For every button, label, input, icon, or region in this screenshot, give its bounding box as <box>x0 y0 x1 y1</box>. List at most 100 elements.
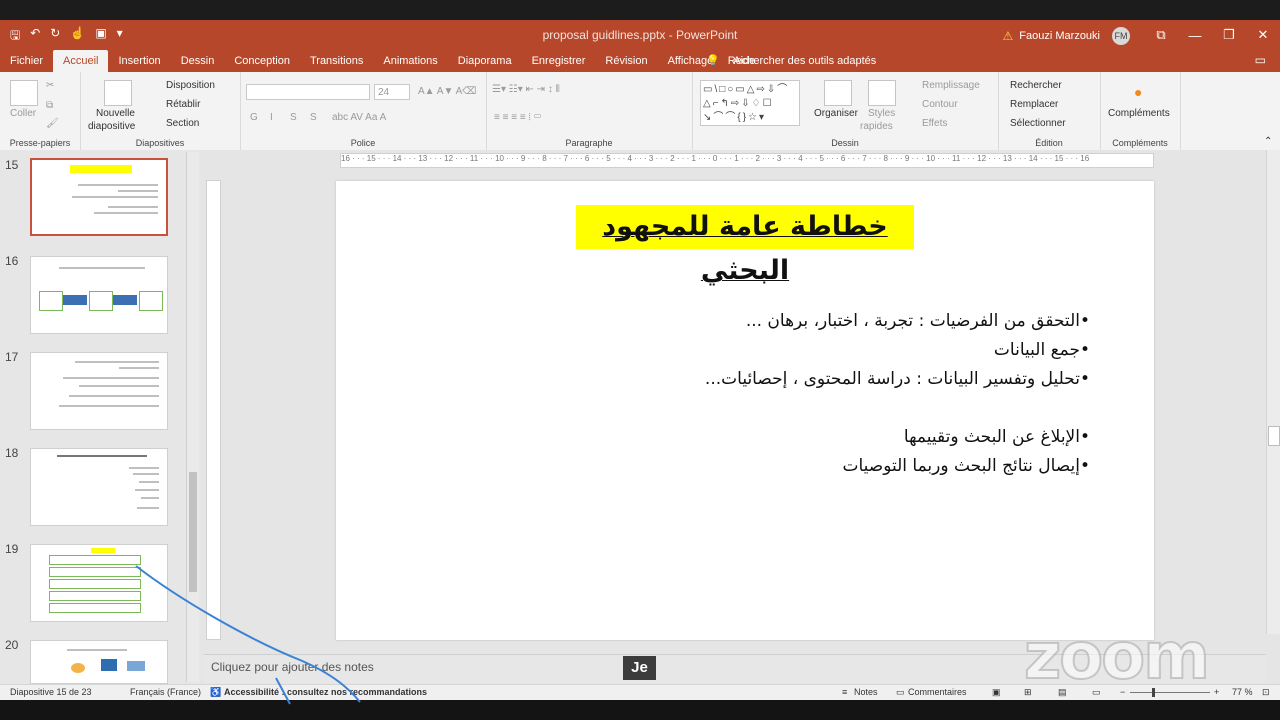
tab-insertion[interactable]: Insertion <box>108 50 170 72</box>
thumbnail-slide-18[interactable] <box>30 448 168 526</box>
addins-icon[interactable]: ● <box>1134 84 1142 100</box>
zoom-level[interactable]: 77 % <box>1232 687 1253 697</box>
close-icon[interactable]: ✕ <box>1246 20 1280 50</box>
shape-fill-button[interactable]: Remplissage <box>922 80 980 91</box>
group-editing: Rechercher Remplacer Sélectionner Éditio… <box>998 72 1101 150</box>
underline-button[interactable]: S <box>290 112 297 123</box>
tab-accueil[interactable]: Accueil <box>53 50 109 72</box>
thumbnail-scroll-thumb[interactable] <box>189 472 197 592</box>
thumb-text-line <box>59 405 159 407</box>
align-icon[interactable]: ≡ ≡ ≡ ≡ ⦙ ▭ <box>494 112 541 123</box>
font-size-field[interactable]: 24 <box>374 84 410 100</box>
bullets-icon[interactable]: ☰▾ ☷▾ ⇤ ⇥ ↕ ⫴ <box>492 84 560 95</box>
tab-diaporama[interactable]: Diaporama <box>448 50 522 72</box>
layout-button[interactable]: Disposition <box>166 80 215 91</box>
thumbnail-slide-17[interactable] <box>30 352 168 430</box>
warning-icon[interactable]: ⚠ <box>1003 29 1014 43</box>
arrange-icon[interactable] <box>824 80 852 106</box>
font-name-field[interactable] <box>246 84 370 100</box>
notes-button[interactable]: Notes <box>854 687 878 697</box>
select-button[interactable]: Sélectionner <box>1010 118 1066 129</box>
group-clipboard: Coller ✂ ⧉ 🖌 Presse-papiers <box>0 72 81 150</box>
thumbnail-slide-20[interactable] <box>30 640 168 684</box>
thumb-text-line <box>63 377 159 379</box>
slideshow-icon[interactable]: ▭ <box>1092 687 1101 698</box>
thumb-text-line <box>59 267 145 269</box>
quick-styles-icon[interactable] <box>868 80 896 106</box>
thumb-box <box>89 291 113 311</box>
bullet-item: •الإبلاغ عن البحث وتقييمها <box>903 427 1090 447</box>
accessibility-status[interactable]: Accessibilité : consultez nos recommanda… <box>224 687 427 697</box>
slide-scroll-thumb[interactable] <box>1268 426 1280 446</box>
thumb-text-line <box>108 206 158 208</box>
slide-scrollbar[interactable] <box>1266 150 1280 634</box>
tab-enregistrer[interactable]: Enregistrer <box>522 50 596 72</box>
window-controls: ⧉ — ❐ ✕ <box>1144 20 1280 50</box>
thumb-text-line <box>137 507 159 509</box>
ribbon-display-icon[interactable]: ⧉ <box>1144 20 1178 50</box>
thumb-box <box>49 555 141 565</box>
quick-styles-label-2[interactable]: rapides <box>860 121 893 132</box>
zoom-slider-track[interactable] <box>1130 692 1210 693</box>
comments-button[interactable]: Commentaires <box>908 687 967 697</box>
minimize-icon[interactable]: — <box>1178 20 1212 50</box>
thumb-title-highlight <box>70 165 132 173</box>
new-slide-label[interactable]: Nouvelle <box>96 108 135 119</box>
language-indicator[interactable]: Français (France) <box>130 687 201 697</box>
thumbnail-slide-19[interactable] <box>30 544 168 622</box>
current-slide[interactable]: خطاطة عامة للمجهود البحثي •التحقق من الف… <box>336 181 1154 640</box>
thumbnail-scrollbar[interactable] <box>186 152 199 682</box>
screen-top-bar <box>0 0 1280 20</box>
format-painter-icon[interactable]: 🖌 <box>46 118 59 129</box>
shape-effects-button[interactable]: Effets <box>922 118 947 129</box>
font-grow-icon[interactable]: A▲ A▼ A⌫ <box>418 86 476 97</box>
replace-button[interactable]: Remplacer <box>1010 99 1058 110</box>
addins-button[interactable]: Compléments <box>1108 108 1170 119</box>
tab-animations[interactable]: Animations <box>373 50 447 72</box>
bold-button[interactable]: G <box>250 112 258 123</box>
quick-styles-label[interactable]: Styles <box>868 108 895 119</box>
shapes-gallery[interactable]: ▭\□○▭△⇨⇩⌒ △⌐↰⇨⇩♢☐ ↘⌒⌒{}☆▾ <box>700 80 800 126</box>
tab-transitions[interactable]: Transitions <box>300 50 373 72</box>
tab-conception[interactable]: Conception <box>224 50 300 72</box>
normal-view-icon[interactable]: ▣ <box>992 687 1001 698</box>
restore-icon[interactable]: ❐ <box>1212 20 1246 50</box>
thumbnail-slide-16[interactable] <box>30 256 168 334</box>
zoom-out-icon[interactable]: − <box>1120 687 1125 697</box>
thumbnail-slide-15[interactable] <box>30 158 168 236</box>
section-button[interactable]: Section <box>166 118 199 129</box>
arrange-button[interactable]: Organiser <box>814 108 858 119</box>
slide-bullets[interactable]: •التحقق من الفرضيات : تجربة ، اختبار، بر… <box>530 307 1090 481</box>
slide-sorter-icon[interactable]: ⊞ <box>1024 687 1032 698</box>
zoom-in-icon[interactable]: + <box>1214 687 1219 697</box>
user-account[interactable]: ⚠ Faouzi Marzouki FM <box>1003 27 1130 45</box>
strike-button[interactable]: S <box>310 112 317 123</box>
tab-revision[interactable]: Révision <box>595 50 657 72</box>
fit-slide-icon[interactable]: ⊡ <box>1262 687 1270 698</box>
paste-button[interactable]: Coller <box>10 108 36 119</box>
thumb-logo-orange <box>71 663 85 673</box>
copy-icon[interactable]: ⧉ <box>46 100 53 111</box>
collapse-ribbon-icon[interactable]: ⌃ <box>1264 136 1272 147</box>
char-spacing-icon[interactable]: abc AV Aa A <box>332 112 386 123</box>
tab-dessin[interactable]: Dessin <box>171 50 225 72</box>
find-button[interactable]: Rechercher <box>1010 80 1062 91</box>
group-label-paragraph: Paragraphe <box>565 138 613 148</box>
tell-me-search[interactable]: 💡 Rechercher des outils adaptés <box>706 50 876 72</box>
tab-fichier[interactable]: Fichier <box>0 50 53 72</box>
new-slide-label-2[interactable]: diapositive <box>88 121 135 132</box>
thumb-text-line <box>133 473 159 475</box>
reading-view-icon[interactable]: ▤ <box>1058 687 1067 698</box>
slide-title[interactable]: خطاطة عامة للمجهود البحثي <box>576 205 914 286</box>
avatar[interactable]: FM <box>1112 27 1130 45</box>
paste-icon[interactable] <box>10 80 38 106</box>
zoom-slider-handle[interactable] <box>1151 688 1155 697</box>
new-slide-icon[interactable] <box>104 80 132 106</box>
comment-icon[interactable]: ▭ <box>1255 53 1266 67</box>
group-font: 24 A▲ A▼ A⌫ G I S S abc AV Aa A Police <box>240 72 487 150</box>
shape-outline-button[interactable]: Contour <box>922 99 958 110</box>
reset-button[interactable]: Rétablir <box>166 99 200 110</box>
cut-icon[interactable]: ✂ <box>46 80 54 91</box>
thumb-box <box>49 579 141 589</box>
italic-button[interactable]: I <box>270 112 273 123</box>
